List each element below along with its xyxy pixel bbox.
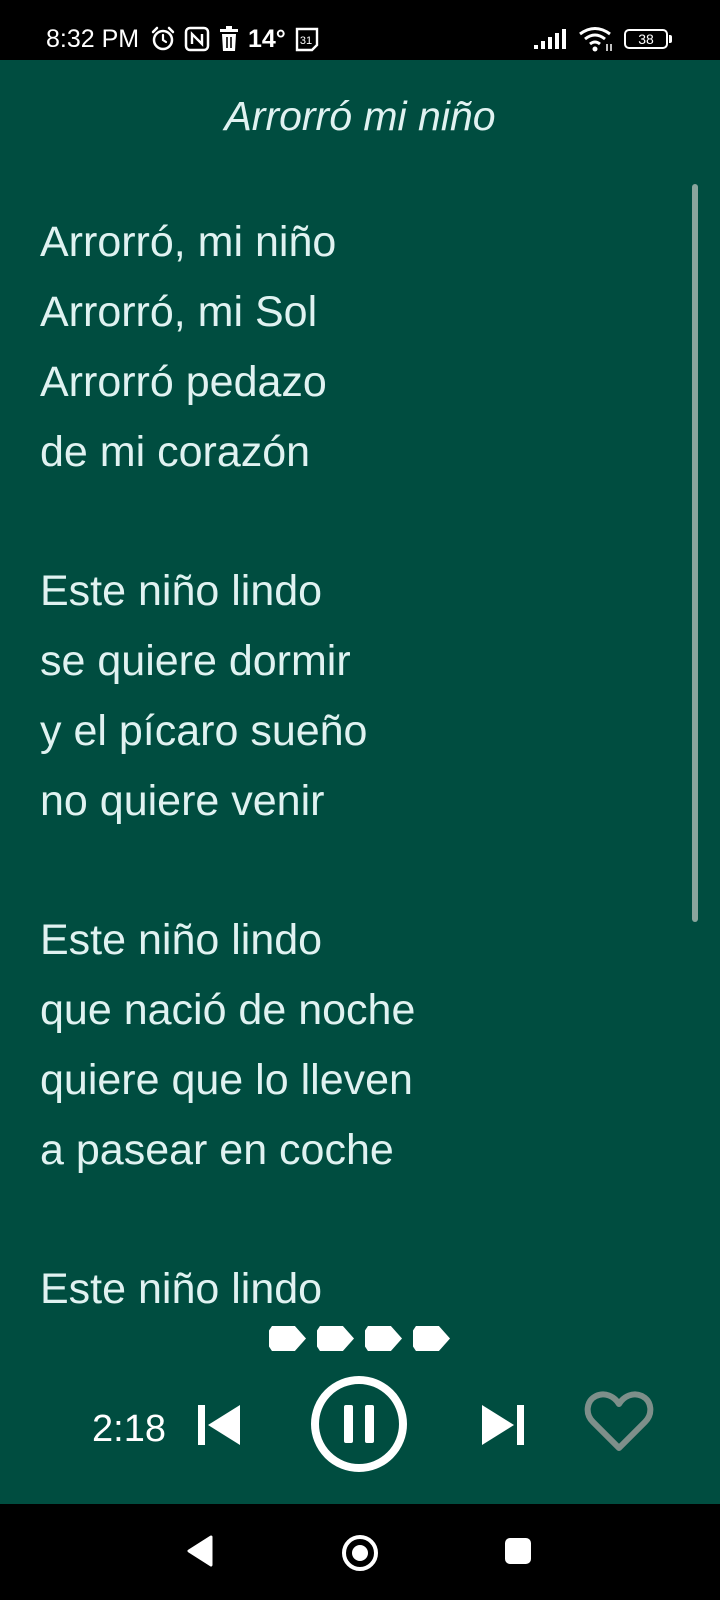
home-button[interactable] xyxy=(340,1533,380,1573)
lyric-line: Arrorró, mi niño xyxy=(40,218,337,266)
wifi-icon xyxy=(579,27,612,52)
lyrics-stanza: Arrorró, mi niño Arrorró, mi Sol Arrorró p… xyxy=(40,207,415,487)
page-indicator-dot xyxy=(413,1326,450,1351)
lyric-line: a pasear en coche xyxy=(40,1126,394,1174)
skip-previous-icon xyxy=(198,1405,240,1445)
lyric-line: Arrorró, mi Sol xyxy=(40,288,318,336)
page-indicator-dot xyxy=(317,1326,354,1351)
pause-icon xyxy=(311,1376,407,1472)
lyrics-stanza: Este niño lindo que nació de noche quiere … xyxy=(40,905,415,1185)
lyrics-text: Arrorró, mi niño Arrorró, mi Sol Arrorró p… xyxy=(40,207,415,1316)
status-temperature: 14° xyxy=(248,25,286,53)
recents-button[interactable] xyxy=(503,1536,533,1566)
lyrics-scroll-area[interactable]: Arrorró, mi niño Arrorró, mi Sol Arrorró p… xyxy=(0,200,690,1316)
signal-icon xyxy=(534,29,566,49)
status-time: 8:32 PM xyxy=(46,25,140,53)
status-icons-right: 38 xyxy=(534,24,672,54)
lyric-line: y el pícaro sueño xyxy=(40,707,368,755)
back-button[interactable] xyxy=(186,1534,214,1568)
status-bar: 8:32 PM 14° 31 38 xyxy=(0,0,720,60)
navigation-bar xyxy=(0,1504,720,1600)
lyric-line: Este niño lindo xyxy=(40,567,323,615)
nfc-icon xyxy=(184,26,210,52)
status-icons-left: 14° 31 xyxy=(150,24,320,54)
scrollbar-thumb[interactable] xyxy=(692,184,698,922)
recents-icon xyxy=(505,1538,531,1564)
skip-next-icon xyxy=(482,1405,524,1445)
lyric-line: no quiere venir xyxy=(40,777,325,825)
favorite-button[interactable] xyxy=(584,1390,654,1454)
previous-button[interactable] xyxy=(196,1403,244,1447)
next-button[interactable] xyxy=(478,1403,526,1447)
trash-icon xyxy=(220,26,238,51)
song-title: Arrorró mi niño xyxy=(224,93,496,139)
lyric-line: Este niño lindo xyxy=(40,916,323,964)
page-indicator-dot xyxy=(365,1326,402,1351)
lyric-line: que nació de noche xyxy=(40,986,416,1034)
elapsed-time: 2:18 xyxy=(92,1408,166,1450)
heart-outline-icon xyxy=(584,1391,654,1451)
lyrics-stanza: Este niño lindo se quiere dormir y el píca… xyxy=(40,556,415,836)
home-icon xyxy=(342,1535,378,1571)
lyric-line: Arrorró pedazo xyxy=(40,358,327,406)
page-indicators xyxy=(269,1326,450,1351)
lyric-line: se quiere dormir xyxy=(40,637,351,685)
calendar-day: 31 xyxy=(300,35,312,47)
lyrics-stanza: Este niño lindo xyxy=(40,1254,415,1316)
calendar-icon: 31 xyxy=(295,27,319,52)
battery-level: 38 xyxy=(638,31,654,47)
lyric-line: Este niño lindo xyxy=(40,1265,323,1313)
alarm-icon xyxy=(151,26,175,51)
lyric-line: quiere que lo lleven xyxy=(40,1056,413,1104)
back-icon xyxy=(187,1535,213,1567)
lyrics-player-screen: 8:32 PM 14° 31 38 Arrorró mi niño Arrorr… xyxy=(0,0,720,1600)
page-indicator-dot xyxy=(269,1326,306,1351)
battery-icon: 38 xyxy=(624,29,672,49)
pause-button[interactable] xyxy=(309,1374,409,1474)
lyric-line: de mi corazón xyxy=(40,428,311,476)
